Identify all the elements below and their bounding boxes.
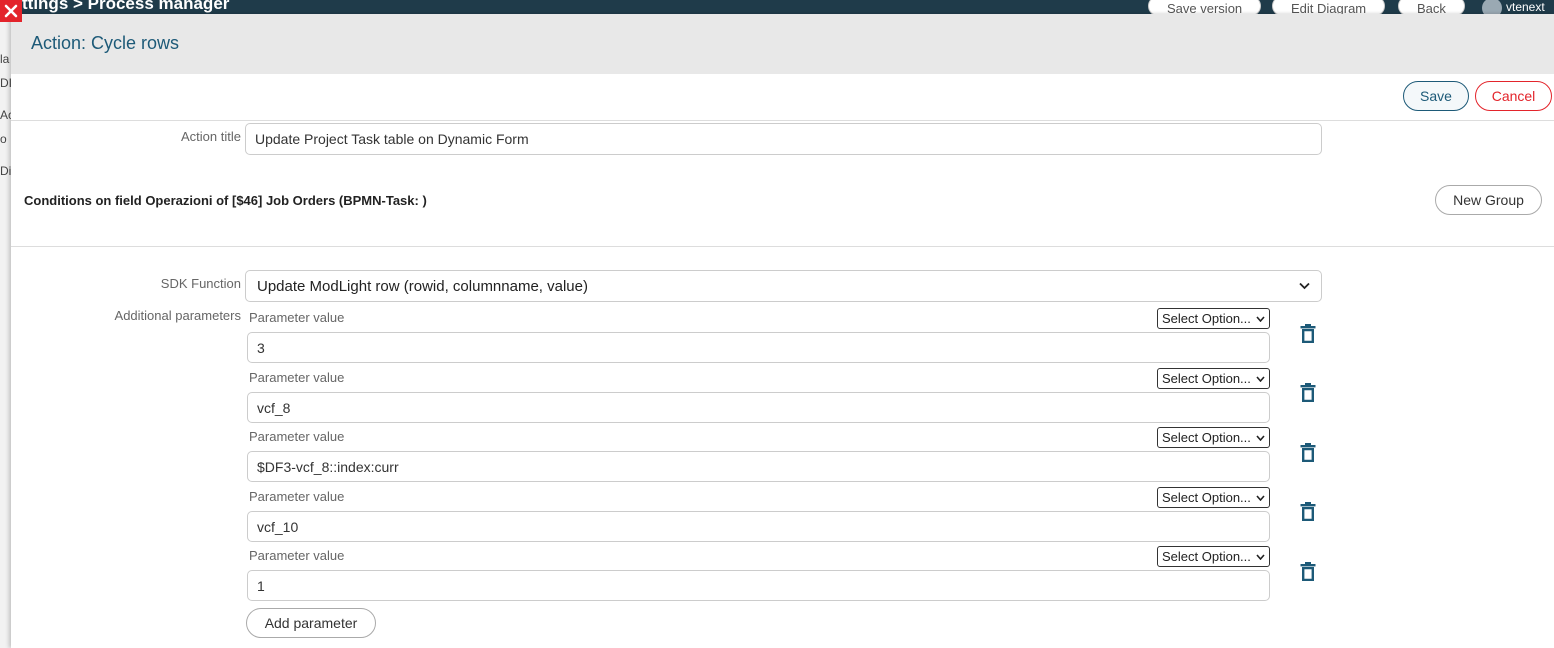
parameter-value-input[interactable]: 3 [247,332,1270,363]
parameter-value-label: Parameter value [249,310,345,325]
modal-title: Action: Cycle rows [31,33,180,53]
background-title: ttings > Process manager [22,0,230,13]
modal-header: Action: Cycle rows [11,14,1554,74]
divider [11,246,1554,247]
parameter-value-input[interactable]: 1 [247,570,1270,601]
sdk-function-value: Update ModLight row (rowid, columnname, … [257,277,588,295]
trash-icon[interactable] [1300,443,1316,463]
parameter-value-label: Parameter value [249,429,345,444]
additional-parameters-label: Additional parameters [114,308,241,323]
parameter-option-select[interactable]: Select Option... [1157,308,1270,329]
chevron-down-icon [1256,315,1265,322]
parameter-value-label: Parameter value [249,370,345,385]
cancel-button[interactable]: Cancel [1475,81,1552,111]
user-name: vtenext [1506,0,1545,14]
trash-icon[interactable] [1300,324,1316,344]
parameter-option-select[interactable]: Select Option... [1157,487,1270,508]
save-button[interactable]: Save [1403,81,1469,111]
sdk-function-select[interactable]: Update ModLight row (rowid, columnname, … [245,270,1322,302]
parameter-value-input[interactable]: vcf_10 [247,511,1270,542]
add-parameter-button[interactable]: Add parameter [246,608,376,638]
background-left-panel: la DI Act o Dia [0,14,11,648]
close-icon[interactable] [0,0,22,22]
parameter-option-value: Select Option... [1162,371,1251,386]
chevron-down-icon [1256,375,1265,382]
parameter-value-input[interactable]: $DF3-vcf_8::index:curr [247,451,1270,482]
parameter-option-value: Select Option... [1162,490,1251,505]
parameter-value-input[interactable]: vcf_8 [247,392,1270,423]
parameter-option-value: Select Option... [1162,430,1251,445]
parameter-option-value: Select Option... [1162,549,1251,564]
background-left-label: la [0,52,10,66]
action-title-input[interactable]: Update Project Task table on Dynamic For… [245,123,1322,155]
divider [11,120,1554,121]
parameter-value-label: Parameter value [249,548,345,563]
sdk-function-label: SDK Function [160,276,241,291]
chevron-down-icon [1256,434,1265,441]
chevron-down-icon [1256,494,1265,501]
back-button[interactable]: Back [1398,0,1465,14]
cycle-rows-modal: Action: Cycle rows Save Cancel Action ti… [11,14,1554,648]
save-version-button[interactable]: Save version [1148,0,1262,14]
parameter-option-select[interactable]: Select Option... [1157,546,1270,567]
background-left-label: Act [0,108,11,122]
background-header: ttings > Process manager Save version Ed… [0,0,1554,14]
background-left-label: DI [0,76,11,90]
chevron-down-icon [1256,553,1265,560]
parameter-option-select[interactable]: Select Option... [1157,427,1270,448]
background-left-label: Dia [0,164,11,178]
avatar [1482,0,1502,14]
new-group-button[interactable]: New Group [1435,185,1542,215]
user-menu[interactable]: vtenext [1482,0,1545,14]
action-title-label: Action title [181,129,241,144]
conditions-title: Conditions on field Operazioni of [$46] … [24,193,427,208]
parameter-value-label: Parameter value [249,489,345,504]
trash-icon[interactable] [1300,383,1316,403]
edit-diagram-button[interactable]: Edit Diagram [1272,0,1386,14]
parameter-option-select[interactable]: Select Option... [1157,368,1270,389]
parameter-option-value: Select Option... [1162,311,1251,326]
trash-icon[interactable] [1300,562,1316,582]
background-left-label: o [0,132,7,146]
trash-icon[interactable] [1300,502,1316,522]
chevron-down-icon [1299,282,1310,290]
